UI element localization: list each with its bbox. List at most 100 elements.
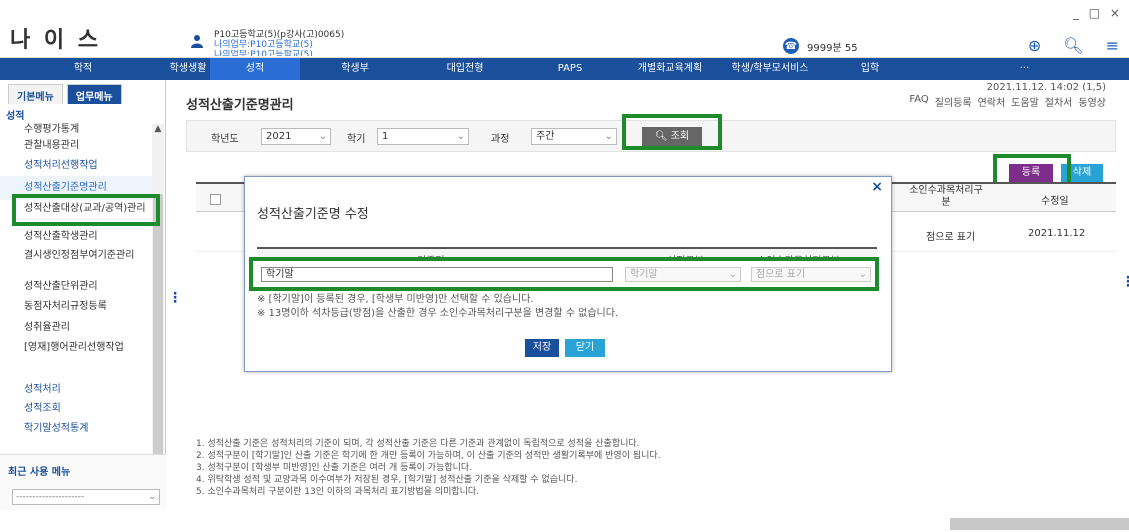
menu-item-grade-lookup[interactable]: 성적조회 [0,398,152,418]
nav-item-academic-record[interactable]: 학적 [0,58,166,80]
note-line: 4. 위탁학생 성적 및 교양과목 이수여부가 저장된 경우, [학기말] 성적… [196,475,578,485]
course-select[interactable]: 주간 ⌄ [531,128,617,145]
scale-type-value: 점으로 표기 [756,269,806,280]
search-bar: 학년도 2021 ⌄ 학기 1 ⌄ 과정 주간 ⌄ 🔍︎ 조회 [186,120,1116,152]
header-grade-type: 성적구분 [667,252,704,261]
term-value: 1 [382,131,389,142]
note-line: 3. 성적구분이 [학생부 미반영]인 산출 기준은 여러 개 등록이 가능합니… [196,463,473,473]
nav-item-iep[interactable]: 개별화교육계획 [620,58,720,80]
chevron-down-icon: ⌄ [318,131,327,142]
menu-item-performance-stats[interactable]: 수행평가통계 [0,118,152,136]
scroll-up-icon[interactable]: ▲ [152,124,164,134]
scale-type-select[interactable]: 점으로 표기 ⌄ [751,267,871,282]
dialog-title: 성적산출기준명 수정 [257,207,369,222]
nav-item-admission[interactable]: 대입전형 [410,58,520,80]
close-icon[interactable]: × [871,179,883,195]
criteria-name-input[interactable]: 학기말 [261,267,613,282]
menu-item-gifted-prework[interactable]: [영재]행어관리선행작업 [0,338,152,378]
recent-menu-select[interactable]: --------------------- ⌄ [12,489,160,505]
nav-item-student-record[interactable]: 학생부 [300,58,410,80]
cell-date: 2021.11.12 [1028,228,1086,239]
window-controls[interactable]: _ □ × [1073,6,1123,20]
notes: 1. 성적산출 기준은 성적처리의 기준이 되며, 각 성적산출 기준은 다른 … [196,438,1096,498]
chevron-down-icon: ⌄ [456,131,465,142]
page-title: 성적산출기준명관리 [186,98,294,113]
nav-item-paps[interactable]: PAPS [520,58,620,80]
dialog-table-header: 기준명 성적구분 소인수과목처리구분 [257,247,877,261]
top-header: _ □ × 나 이 스 P10고등학교(5)(p강사(고)0065) 나의업무:… [0,0,1129,58]
menu-item-grade-prework[interactable]: 성적처리선행작업 [0,156,152,176]
message-indicator[interactable]: ☎ 9999분 55 [783,38,858,54]
save-button[interactable]: 저장 [525,339,559,357]
menu-item-achievement[interactable]: 성취율관리 [0,316,152,338]
help-link-faq[interactable]: FAQ [909,94,928,109]
left-panel: 기본메뉴 업무메뉴 성적 수행평가통계 관찰내용관리 성적처리선행작업 성적산출… [0,80,166,510]
menu-item-absence-score[interactable]: 결시생인정점부여기준관리 [0,246,152,276]
zoom-in-icon[interactable]: ⊕ [1028,36,1041,55]
search-button[interactable]: 🔍︎ 조회 [642,127,702,147]
tab-basic-menu[interactable]: 기본메뉴 [8,84,63,104]
recent-menu-label: 최근 사용 메뉴 [8,467,71,478]
note-line: 2. 성적구분이 [학기말]인 산출 기준은 학기에 한 개만 등록이 가능하며… [196,451,661,461]
main-navigation: 학적 학생생활 성적 학생부 대입전형 PAPS 개별화교육계획 학생/학부모서… [0,58,1129,80]
phone-icon: ☎ [783,38,799,54]
horizontal-scrollbar[interactable] [950,518,1129,530]
dialog-note: ※ [학기말]이 등록된 경우, [학생부 미반영]만 선택할 수 있습니다. [257,294,534,305]
nav-item-student-life[interactable]: 학생생활 [166,58,210,80]
panel-resize-handle-right[interactable]: ⋮ [1121,274,1129,290]
app-logo[interactable]: 나 이 스 [10,22,101,54]
tab-work-menu[interactable]: 업무메뉴 [66,84,122,104]
edit-criteria-dialog: × 성적산출기준명 수정 기준명 성적구분 소인수과목처리구분 학기말 학기말 ⌄… [244,176,892,372]
course-value: 주간 [536,131,555,142]
select-all-checkbox[interactable] [210,194,221,205]
left-scrollbar[interactable]: ▲ ▼ [152,124,164,464]
message-count: 9999분 55 [807,42,858,54]
user-line-1: P10고등학교(5)(p강사(고)0065) [214,30,345,40]
menu-item-grade-target[interactable]: 성적산출대상(교과/공역)관리 [0,200,152,226]
cell-scale: 점으로 표기 [926,232,976,243]
menu-item-grade-criteria[interactable]: 성적산출기준명관리 [0,176,152,200]
menu-item-grade-student[interactable]: 성적산출학생관리 [0,226,152,246]
top-tools: ⊕ 🔍︎ ≡ [1028,36,1119,55]
menu-item-term-stats[interactable]: 학기말성적통계 [0,418,152,438]
menu-item-observation[interactable]: 관찰내용관리 [0,136,152,156]
help-link-contact[interactable]: 연락처 [978,94,1006,109]
year-select[interactable]: 2021 ⌄ [261,128,331,145]
search-button-label: 조회 [670,131,690,142]
recent-menu-panel: 최근 사용 메뉴 --------------------- ⌄ [0,454,166,510]
chevron-down-icon: ⌄ [148,492,156,502]
side-menu: 수행평가통계 관찰내용관리 성적처리선행작업 성적산출기준명관리 성적산출대상(… [0,118,152,438]
chevron-down-icon: ⌄ [728,269,737,280]
delete-button[interactable]: 삭제 [1061,164,1103,182]
term-select[interactable]: 1 ⌄ [377,128,469,145]
help-link-help[interactable]: 도움말 [1011,94,1039,109]
grade-type-value: 학기말 [630,269,658,280]
recent-menu-value: --------------------- [16,492,85,502]
user-info[interactable]: P10고등학교(5)(p강사(고)0065) 나의업무:P10고등학교(5) 나… [214,30,344,56]
scroll-thumb[interactable] [153,194,163,454]
chevron-down-icon: ⌄ [604,131,613,142]
nav-item-entrance[interactable]: 입학 [820,58,920,80]
nav-item-parent-service[interactable]: 학생/학부모서비스 [720,58,820,80]
user-icon [191,35,203,48]
user-line-3: 나의업무:P10고등학교(5) [214,50,313,56]
header-criteria-name: 기준명 [417,252,445,261]
menu-item-tie-rule[interactable]: 동점자처리규정등록 [0,296,152,316]
search-icon[interactable]: 🔍︎ [1063,36,1083,55]
help-link-procedure[interactable]: 절차서 [1045,94,1073,109]
register-button[interactable]: 등록 [1009,164,1053,182]
year-value: 2021 [266,131,292,142]
col-header-scale: 소인수과목처리구분 [909,185,983,208]
help-link-question[interactable]: 질의등록 [935,94,972,109]
nav-more[interactable]: ··· [920,58,1129,80]
course-label: 과정 [491,134,510,145]
menu-item-grade-unit[interactable]: 성적산출단위관리 [0,276,152,296]
dialog-row: 학기말 학기말 ⌄ 점으로 표기 ⌄ [257,263,877,285]
help-link-video[interactable]: 동영상 [1078,94,1106,109]
grade-type-select[interactable]: 학기말 ⌄ [625,267,741,282]
menu-item-grade-process[interactable]: 성적처리 [0,378,152,398]
chevron-down-icon: ⌄ [858,269,867,280]
hamburger-menu-icon[interactable]: ≡ [1106,36,1119,55]
close-button[interactable]: 닫기 [565,339,605,357]
nav-item-grades[interactable]: 성적 [210,58,300,80]
